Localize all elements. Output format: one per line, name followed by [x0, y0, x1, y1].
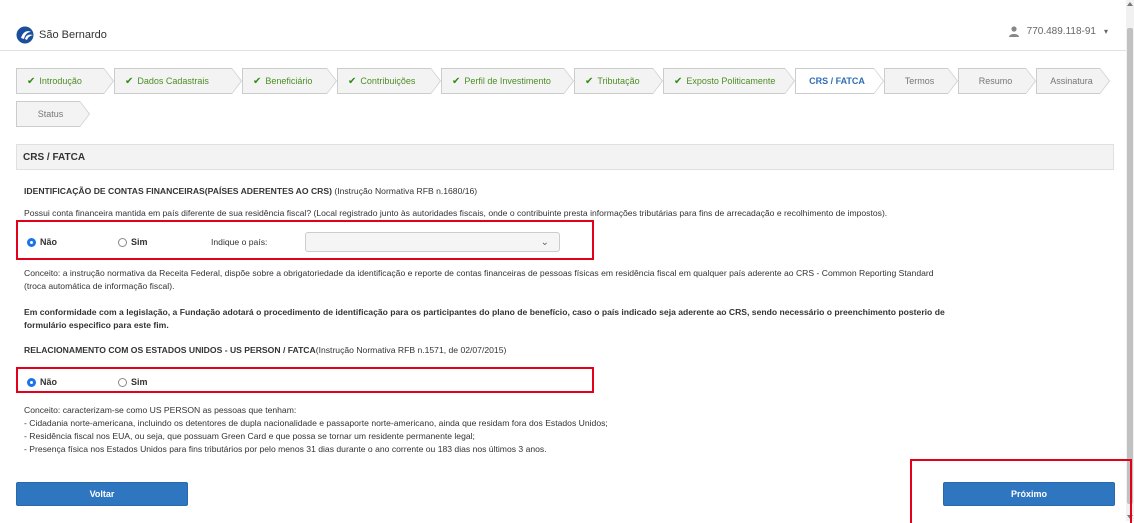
scroll-up-icon[interactable]	[1127, 2, 1133, 6]
crs-highlight-box	[16, 220, 594, 260]
step-beneficiario[interactable]: ✔ Beneficiário	[242, 68, 337, 94]
step-status[interactable]: Status	[16, 101, 90, 127]
back-button[interactable]: Voltar	[16, 482, 188, 506]
sao-bernardo-logo-icon	[16, 26, 34, 44]
user-id: 770.489.118-91	[1026, 26, 1096, 37]
crs-concept-line1: Conceito: a instrução normativa da Recei…	[24, 268, 934, 278]
step-termos[interactable]: Termos	[884, 68, 958, 94]
check-icon: ✔	[125, 75, 134, 87]
check-icon: ✔	[348, 75, 357, 87]
step-introducao[interactable]: ✔ Introdução	[16, 68, 114, 94]
check-icon: ✔	[674, 75, 683, 87]
step-contribuicoes[interactable]: ✔ Contribuições	[337, 68, 441, 94]
crs-question: Possui conta financeira mantida em país …	[24, 208, 888, 218]
caret-down-icon: ▾	[1103, 27, 1108, 36]
step-tributacao[interactable]: ✔ Tributação	[574, 68, 663, 94]
top-bar: São Bernardo 770.489.118-91 ▾	[0, 10, 1126, 51]
crs-concept-line2: (troca automática de informação fiscal).	[24, 281, 175, 291]
step-assinatura[interactable]: Assinatura	[1036, 68, 1110, 94]
step-perfil-investimento[interactable]: ✔ Perfil de Investimento	[441, 68, 574, 94]
fatca-heading: RELACIONAMENTO COM OS ESTADOS UNIDOS - U…	[24, 345, 507, 355]
section-title: CRS / FATCA	[16, 144, 1114, 170]
logo[interactable]: São Bernardo	[16, 26, 107, 44]
step-resumo[interactable]: Resumo	[958, 68, 1036, 94]
step-exposto-politicamente[interactable]: ✔ Exposto Politicamente	[663, 68, 795, 94]
check-icon: ✔	[452, 75, 461, 87]
user-menu[interactable]: 770.489.118-91 ▾	[1008, 26, 1108, 37]
check-icon: ✔	[253, 75, 262, 87]
logo-text: São Bernardo	[39, 29, 107, 41]
fatca-highlight-box	[16, 367, 594, 393]
crs-notice-line2: formulário especifico para este fim.	[24, 320, 169, 330]
crs-notice-line1: Em conformidade com a legislação, a Fund…	[24, 307, 945, 317]
fatca-concept-line2: - Cidadania norte-americana, incluindo o…	[24, 418, 608, 428]
next-highlight-box	[910, 459, 1132, 523]
step-dados-cadastrais[interactable]: ✔ Dados Cadastrais	[114, 68, 242, 94]
check-icon: ✔	[585, 75, 594, 87]
scrollbar[interactable]	[1126, 0, 1134, 521]
step-crs-fatca[interactable]: CRS / FATCA	[795, 68, 884, 94]
fatca-concept-line1: Conceito: caracterizam-se como US PERSON…	[24, 405, 297, 415]
crs-heading: IDENTIFICAÇÃO DE CONTAS FINANCEIRAS(PAÍS…	[24, 186, 478, 196]
fatca-concept-line3: - Residência fiscal nos EUA, ou seja, qu…	[24, 431, 475, 441]
fatca-concept-line4: - Presença física nos Estados Unidos par…	[24, 444, 547, 454]
user-icon	[1008, 26, 1019, 37]
scroll-thumb[interactable]	[1127, 28, 1133, 504]
check-icon: ✔	[27, 75, 36, 87]
